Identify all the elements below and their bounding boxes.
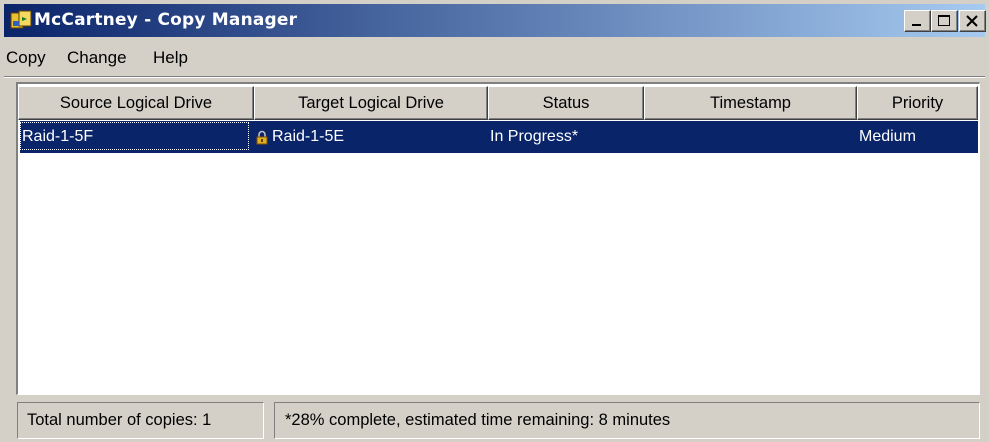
menu-help[interactable]: Help bbox=[153, 48, 188, 68]
menu-change[interactable]: Change bbox=[67, 48, 127, 68]
window-title: McCartney - Copy Manager bbox=[34, 10, 298, 30]
status-progress-note: *28% complete, estimated time remaining:… bbox=[274, 402, 980, 439]
copy-manager-window: McCartney - Copy Manager Copy Change Hel… bbox=[0, 0, 989, 442]
close-icon bbox=[966, 15, 978, 27]
column-header-status[interactable]: Status bbox=[488, 86, 644, 120]
lock-icon bbox=[256, 130, 268, 145]
menu-bar: Copy Change Help bbox=[4, 41, 985, 73]
column-header-priority[interactable]: Priority bbox=[857, 86, 978, 120]
menu-copy[interactable]: Copy bbox=[6, 48, 46, 68]
column-header-timestamp[interactable]: Timestamp bbox=[644, 86, 857, 120]
cell-priority: Medium bbox=[859, 128, 916, 145]
copy-manager-app-icon bbox=[10, 10, 32, 29]
column-header-target[interactable]: Target Logical Drive bbox=[254, 86, 488, 120]
cell-source: Raid-1-5F bbox=[22, 128, 94, 145]
menu-separator bbox=[4, 76, 985, 78]
cell-status: In Progress* bbox=[490, 128, 579, 145]
copy-list[interactable]: Source Logical Drive Target Logical Driv… bbox=[16, 82, 980, 395]
status-total-copies: Total number of copies: 1 bbox=[17, 402, 264, 439]
cell-target: Raid-1-5E bbox=[272, 128, 345, 145]
minimize-button[interactable] bbox=[904, 10, 931, 32]
title-bar[interactable]: McCartney - Copy Manager bbox=[4, 4, 986, 37]
column-header-source[interactable]: Source Logical Drive bbox=[18, 86, 254, 120]
table-row[interactable]: Raid-1-5F Raid-1-5E In Progress* Medium bbox=[20, 121, 978, 153]
maximize-button[interactable] bbox=[931, 10, 958, 32]
maximize-icon bbox=[938, 15, 950, 26]
close-button[interactable] bbox=[959, 10, 986, 32]
minimize-icon bbox=[912, 24, 921, 26]
